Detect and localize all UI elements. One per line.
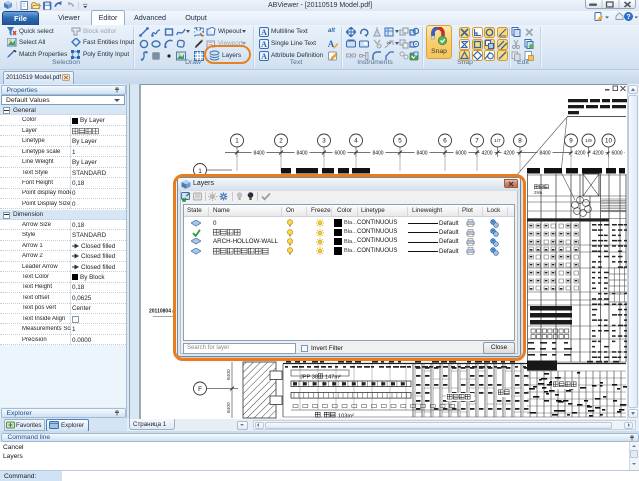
svg-text:2: 2 [279, 138, 283, 145]
svg-text:4200: 4200 [574, 151, 585, 157]
svg-text:1/9: 1/9 [585, 138, 592, 143]
svg-text:8400: 8400 [372, 151, 383, 157]
svg-text:8: 8 [518, 138, 522, 145]
svg-text:1/7: 1/7 [494, 138, 501, 143]
svg-text:4200: 4200 [503, 151, 514, 157]
svg-text:20110804 /: 20110804 / [149, 309, 174, 315]
svg-text:8400: 8400 [416, 151, 427, 157]
svg-text:8400: 8400 [253, 151, 264, 157]
svg-text:8400: 8400 [296, 151, 307, 157]
svg-text:8400: 8400 [539, 151, 550, 157]
svg-text:147m²: 147m² [325, 375, 341, 381]
svg-text:?: ? [626, 14, 630, 21]
svg-text:A: A [261, 28, 267, 37]
svg-text:9: 9 [569, 138, 573, 145]
svg-text:4200: 4200 [592, 151, 603, 157]
svg-text:6: 6 [443, 138, 447, 145]
svg-text:7: 7 [475, 138, 479, 145]
svg-text:A: A [261, 40, 267, 49]
svg-text:4: 4 [354, 138, 358, 145]
svg-text:6000: 6000 [611, 151, 622, 157]
svg-text:A: A [261, 52, 267, 61]
svg-text:29m: 29m [534, 190, 543, 195]
svg-text:3: 3 [322, 138, 326, 145]
svg-text:JPP 38: JPP 38 [300, 375, 318, 381]
svg-text:6000: 6000 [334, 151, 345, 157]
svg-text:4200: 4200 [481, 151, 492, 157]
svg-text:F: F [198, 386, 202, 393]
svg-text:1: 1 [235, 138, 239, 145]
svg-text:8400: 8400 [226, 369, 232, 380]
svg-text:5: 5 [398, 138, 402, 145]
svg-text:6000: 6000 [455, 151, 466, 157]
svg-text:8400: 8400 [226, 402, 232, 413]
svg-text:10: 10 [605, 138, 612, 145]
